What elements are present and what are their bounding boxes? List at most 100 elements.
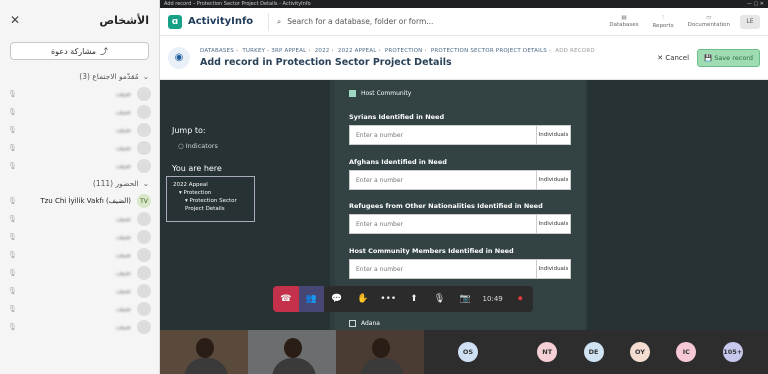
participant-video xyxy=(196,338,214,358)
participant-avatar-strip: NT DE OY IC 105+ xyxy=(512,330,768,374)
participant-video-body xyxy=(360,358,404,374)
field-label: Refugees from Other Nationalities Identi… xyxy=(349,202,543,210)
participant-avatar[interactable]: IC xyxy=(676,342,697,362)
participant-row[interactable]: ضيف 🎙 xyxy=(0,228,159,246)
avatar: TV xyxy=(137,194,151,208)
hang-up-button[interactable]: ☎ xyxy=(273,286,299,312)
save-record-button[interactable]: 💾 Save record xyxy=(697,48,760,67)
video-tile[interactable]: OS xyxy=(424,330,512,374)
breadcrumb-item[interactable]: TURKEY - 3RP APPEAL xyxy=(242,48,306,54)
participant-avatar[interactable]: DE xyxy=(583,342,604,362)
participant-avatar[interactable]: OY xyxy=(629,342,650,362)
reports-icon: ⫶ xyxy=(662,14,664,21)
checkbox-label: Adana xyxy=(361,320,380,327)
page-title: Add record in Protection Sector Project … xyxy=(200,56,452,68)
participant-avatar: OS xyxy=(458,342,478,362)
participant-row[interactable]: ضيف 🎙 xyxy=(0,121,159,139)
participant-name: ضيف xyxy=(115,251,131,259)
avatar xyxy=(137,284,151,298)
other-nationalities-field: Refugees from Other Nationalities Identi… xyxy=(349,202,571,234)
share-icon: ⤴ xyxy=(100,46,109,56)
jump-item-indicators[interactable]: ○ Indicators xyxy=(178,142,218,150)
window-controls[interactable]: — ▢ ✕ xyxy=(747,1,764,7)
camera-off-button[interactable]: 📷 xyxy=(452,286,478,312)
search-placeholder: Search for a database, folder or form... xyxy=(287,17,434,26)
save-label: Save record xyxy=(714,53,753,62)
breadcrumb-item[interactable]: 2022 xyxy=(315,48,330,54)
cancel-button[interactable]: ✕ Cancel xyxy=(657,54,689,62)
documentation-icon: ▭ xyxy=(706,15,712,21)
field-label: Syrians Identified in Need xyxy=(349,113,445,121)
participant-row[interactable]: ضيف 🎙 xyxy=(0,139,159,157)
participant-name: ضيف xyxy=(115,108,131,116)
participant-row[interactable]: TV (الضيف) Tzu Chi İyilik Vakfı 🎙 xyxy=(0,192,159,210)
share-invite-button[interactable]: ⤴ مشاركة دعوة xyxy=(10,42,149,60)
share-screen-button[interactable]: ⬆ xyxy=(401,286,427,312)
nav-documentation[interactable]: ▭ Documentation xyxy=(688,15,730,28)
recording-icon: ⏺ xyxy=(517,294,523,304)
participant-row[interactable]: ضيف 🎙 xyxy=(0,264,159,282)
other-nationalities-input[interactable] xyxy=(350,215,536,233)
mic-off-icon: 🎙 xyxy=(8,126,17,134)
afghans-input[interactable] xyxy=(350,171,536,189)
participant-row[interactable]: ضيف 🎙 xyxy=(0,282,159,300)
participant-row[interactable]: ضيف 🎙 xyxy=(0,246,159,264)
breadcrumb-item[interactable]: PROTECTION xyxy=(385,48,423,54)
avatar xyxy=(137,248,151,262)
nav-reports[interactable]: ⫶ Reports xyxy=(652,15,673,29)
participant-row[interactable]: ضيف 🎙 xyxy=(0,85,159,103)
field-label: Afghans Identified in Need xyxy=(349,158,447,166)
participant-row[interactable]: ضيف 🎙 xyxy=(0,318,159,336)
video-tile[interactable] xyxy=(248,330,336,374)
participant-row[interactable]: ضيف 🎙 xyxy=(0,210,159,228)
unit-label: Individuals xyxy=(536,260,570,278)
participant-row[interactable]: ضيف 🎙 xyxy=(0,103,159,121)
you-are-here-heading: You are here xyxy=(172,164,222,173)
jump-item-label: Indicators xyxy=(185,142,218,150)
location-item[interactable]: ▾ Protection Sector Project Details xyxy=(173,197,248,213)
breadcrumb-item[interactable]: 2022 APPEAL xyxy=(338,48,377,54)
header-actions: ✕ Cancel 💾 Save record xyxy=(657,48,760,67)
number-input-row: Individuals xyxy=(349,214,571,234)
video-tile[interactable] xyxy=(160,330,248,374)
number-input-row: Individuals xyxy=(349,170,571,190)
more-actions-button[interactable]: ••• xyxy=(375,286,401,312)
host-community-input[interactable] xyxy=(350,260,536,278)
participant-row[interactable]: ضيف 🎙 xyxy=(0,157,159,175)
user-menu-button[interactable]: LE xyxy=(740,14,760,29)
breadcrumb-separator: › xyxy=(548,47,552,54)
participant-row[interactable]: ضيف 🎙 xyxy=(0,300,159,318)
number-input-row: Individuals xyxy=(349,125,571,145)
syrians-field: Syrians Identified in Need Individuals xyxy=(349,113,571,145)
breadcrumb-item[interactable]: PROTECTION SECTOR PROJECT DETAILS xyxy=(431,48,547,54)
brand-name[interactable]: ActivityInfo xyxy=(188,16,268,27)
mic-off-button[interactable]: 🎙 xyxy=(427,286,453,312)
raise-hand-button[interactable]: ✋ xyxy=(350,286,376,312)
close-icon[interactable]: ✕ xyxy=(10,13,20,27)
participant-avatar[interactable]: NT xyxy=(537,342,558,362)
video-tile[interactable] xyxy=(336,330,424,374)
presenters-section-toggle[interactable]: ⌄ مُقدّمو الاجتماع (3) xyxy=(0,68,159,85)
location-item[interactable]: 2022 Appeal xyxy=(173,181,248,189)
meeting-controls: ☎ 👥 💬 ✋ ••• ⬆ 🎙 📷 10:49 ⏺ xyxy=(273,286,533,312)
participant-video xyxy=(372,338,390,358)
location-item[interactable]: ▾ Protection xyxy=(173,189,248,197)
syrians-input[interactable] xyxy=(350,126,536,144)
search-input[interactable]: ⌕ Search for a database, folder or form.… xyxy=(268,12,609,31)
jump-to-heading: Jump to: xyxy=(172,126,206,135)
checkbox-checked-icon xyxy=(349,90,356,97)
people-button[interactable]: 👥 xyxy=(298,286,325,312)
activityinfo-logo-icon[interactable]: ɑ xyxy=(168,14,182,29)
nav-databases[interactable]: ▤ Databases xyxy=(609,15,638,28)
attendees-section-toggle[interactable]: ⌄ الحضور (111) xyxy=(0,175,159,192)
avatar xyxy=(137,320,151,334)
mic-off-icon: 🎙 xyxy=(8,305,17,313)
mic-off-icon: 🎙 xyxy=(8,144,17,152)
more-participants-button[interactable]: 105+ xyxy=(722,342,743,362)
breadcrumb-item[interactable]: DATABASES xyxy=(200,48,234,54)
mic-off-icon: 🎙 xyxy=(8,251,17,259)
mic-off-icon: 🎙 xyxy=(8,197,17,205)
chat-button[interactable]: 💬 xyxy=(324,286,350,312)
host-community-checkbox[interactable]: Host Community xyxy=(349,90,411,97)
adana-checkbox[interactable]: Adana xyxy=(349,320,380,327)
